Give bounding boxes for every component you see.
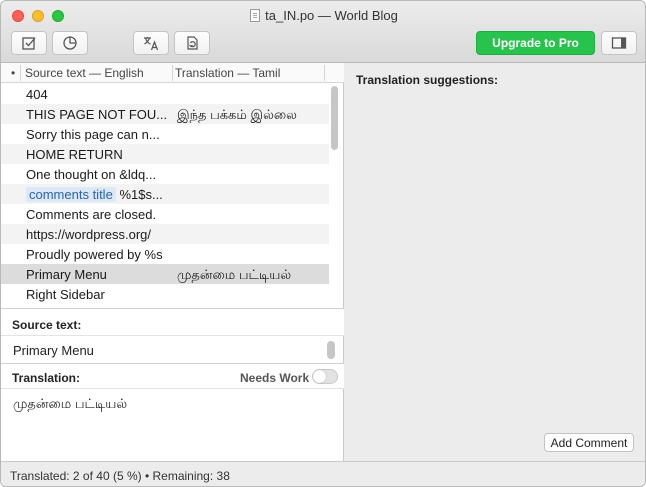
translate-button[interactable] xyxy=(133,31,169,55)
source-text: Right Sidebar xyxy=(26,287,105,302)
source-cell: One thought on &ldq... xyxy=(26,167,168,182)
toggle-sidebar-button[interactable] xyxy=(601,31,637,55)
app-window: ta_IN.po — World Blog Upgrade to Pro • S… xyxy=(0,0,646,487)
source-text: Comments are closed. xyxy=(26,207,157,222)
table-row[interactable]: Sorry this page can n... xyxy=(1,124,329,144)
table-row[interactable]: Proudly powered by %s xyxy=(1,244,329,264)
translation-label: Translation: xyxy=(12,371,81,385)
needs-work-toggle[interactable] xyxy=(312,369,338,384)
source-text: https://wordpress.org/ xyxy=(26,227,151,242)
source-text: One thought on &ldq... xyxy=(26,167,157,182)
column-divider xyxy=(324,65,325,81)
source-cell: comments title %1$s... xyxy=(26,187,168,202)
table-row[interactable]: Comments are closed. xyxy=(1,204,329,224)
source-text-label: Source text: xyxy=(1,308,344,336)
source-text: HOME RETURN xyxy=(26,147,123,162)
source-text: Primary Menu xyxy=(26,267,107,282)
source-column-header[interactable]: Source text — English xyxy=(25,66,144,80)
source-text-scrollbar[interactable] xyxy=(327,341,335,359)
translation-header: Translation: Needs Work xyxy=(1,363,344,389)
translation-input[interactable]: முதன்மை பட்டியல் xyxy=(13,396,127,413)
table-row[interactable]: Primary Menu முதன்மை பட்டியல் xyxy=(1,264,329,284)
source-cell: Proudly powered by %s xyxy=(26,247,168,262)
sidebar-toggle-icon xyxy=(611,37,627,49)
table-row[interactable]: Right Sidebar xyxy=(1,284,329,304)
status-column-header[interactable]: • xyxy=(11,66,15,80)
source-cell: Comments are closed. xyxy=(26,207,168,222)
source-text-value: Primary Menu xyxy=(13,343,94,358)
translation-cell: இந்த பக்கம் இல்லை xyxy=(177,107,297,122)
source-cell: https://wordpress.org/ xyxy=(26,227,168,242)
table-row[interactable]: One thought on &ldq... xyxy=(1,164,329,184)
document-icon xyxy=(250,9,261,22)
source-cell: Right Sidebar xyxy=(26,287,168,302)
strings-pane: • Source text — English Translation — Ta… xyxy=(1,63,344,461)
pretranslate-button[interactable] xyxy=(174,31,210,55)
window-title-text: ta_IN.po — World Blog xyxy=(265,8,398,23)
translate-icon xyxy=(144,37,159,51)
table-row[interactable]: https://wordpress.org/ xyxy=(1,224,329,244)
source-text: %1$s... xyxy=(119,187,163,202)
source-text: Sorry this page can n... xyxy=(26,127,160,142)
add-comment-button[interactable]: Add Comment xyxy=(544,433,634,452)
validate-button[interactable] xyxy=(11,31,47,55)
source-text: 404 xyxy=(26,87,48,102)
table-row[interactable]: comments title %1$s... xyxy=(1,184,329,204)
column-divider xyxy=(172,65,173,81)
upgrade-to-pro-button[interactable]: Upgrade to Pro xyxy=(476,31,595,55)
document-sync-icon xyxy=(187,36,198,50)
context-tag: comments title xyxy=(26,187,116,202)
strings-list-scrollbar[interactable] xyxy=(331,86,338,150)
list-column-header: • Source text — English Translation — Ta… xyxy=(1,63,344,83)
needs-work-label: Needs Work xyxy=(240,371,310,385)
checkbox-edit-icon xyxy=(22,37,36,50)
window-title: ta_IN.po — World Blog xyxy=(1,8,645,23)
table-row[interactable]: HOME RETURN xyxy=(1,144,329,164)
translation-column-header[interactable]: Translation — Tamil xyxy=(175,66,280,80)
table-row[interactable]: THIS PAGE NOT FOU... இந்த பக்கம் இல்லை xyxy=(1,104,329,124)
translation-suggestions-label: Translation suggestions: xyxy=(356,73,499,87)
column-divider xyxy=(20,65,21,81)
source-text: Proudly powered by %s xyxy=(26,247,163,262)
suggestions-sidebar: Translation suggestions: Add Comment xyxy=(345,63,645,461)
source-cell: 404 xyxy=(26,87,168,102)
pie-chart-icon xyxy=(63,36,77,50)
source-cell: HOME RETURN xyxy=(26,147,168,162)
strings-list[interactable]: 404 THIS PAGE NOT FOU... இந்த பக்கம் இல்லை… xyxy=(1,84,329,308)
source-cell: Sorry this page can n... xyxy=(26,127,168,142)
source-cell: THIS PAGE NOT FOU... xyxy=(26,107,168,122)
source-cell: Primary Menu xyxy=(26,267,168,282)
table-row[interactable]: 404 xyxy=(1,84,329,104)
translation-cell: முதன்மை பட்டியல் xyxy=(177,267,292,282)
status-bar: Translated: 2 of 40 (5 %) • Remaining: 3… xyxy=(1,461,645,486)
source-text: THIS PAGE NOT FOU... xyxy=(26,107,168,122)
statistics-button[interactable] xyxy=(52,31,88,55)
title-bar: ta_IN.po — World Blog Upgrade to Pro xyxy=(1,1,645,63)
